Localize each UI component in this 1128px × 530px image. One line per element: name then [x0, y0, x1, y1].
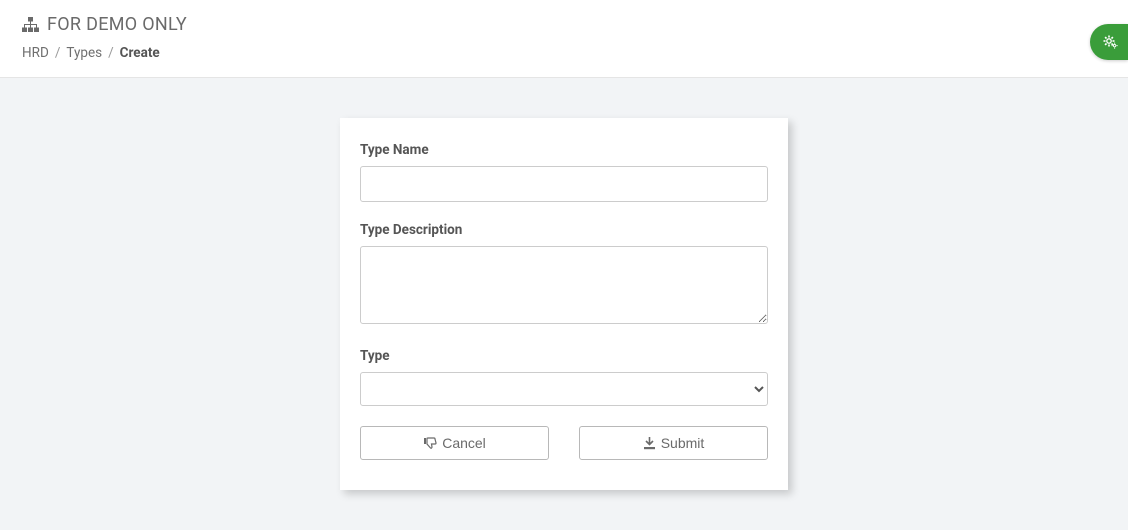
button-row: Cancel Submit	[360, 426, 768, 460]
select-type[interactable]	[360, 372, 768, 406]
breadcrumb: HRD / Types / Create	[22, 45, 1106, 61]
input-type-description[interactable]	[360, 246, 768, 324]
label-type-description: Type Description	[360, 222, 768, 238]
label-type: Type	[360, 348, 768, 364]
input-type-name[interactable]	[360, 166, 768, 202]
form-card: Type Name Type Description Type Cance	[340, 118, 788, 490]
content-area: Type Name Type Description Type Cance	[0, 78, 1128, 530]
submit-button-label: Submit	[661, 435, 705, 451]
submit-button[interactable]: Submit	[579, 426, 768, 460]
breadcrumb-separator: /	[108, 45, 114, 61]
sitemap-icon	[22, 17, 39, 32]
form-group-type: Type	[360, 348, 768, 406]
breadcrumb-separator: /	[55, 45, 61, 61]
page-title: FOR DEMO ONLY	[47, 14, 187, 35]
form-group-description: Type Description	[360, 222, 768, 328]
settings-fab[interactable]	[1090, 24, 1128, 60]
cancel-button[interactable]: Cancel	[360, 426, 549, 460]
form-group-name: Type Name	[360, 142, 768, 202]
thumbs-down-icon	[423, 437, 437, 450]
breadcrumb-item-create: Create	[120, 45, 160, 61]
gears-icon	[1099, 33, 1119, 51]
cancel-button-label: Cancel	[442, 435, 486, 451]
breadcrumb-item-hrd[interactable]: HRD	[22, 45, 49, 61]
page-header: FOR DEMO ONLY HRD / Types / Create	[0, 0, 1128, 78]
label-type-name: Type Name	[360, 142, 768, 158]
page-title-row: FOR DEMO ONLY	[22, 14, 1106, 35]
download-icon	[643, 437, 656, 450]
breadcrumb-item-types[interactable]: Types	[66, 45, 102, 61]
